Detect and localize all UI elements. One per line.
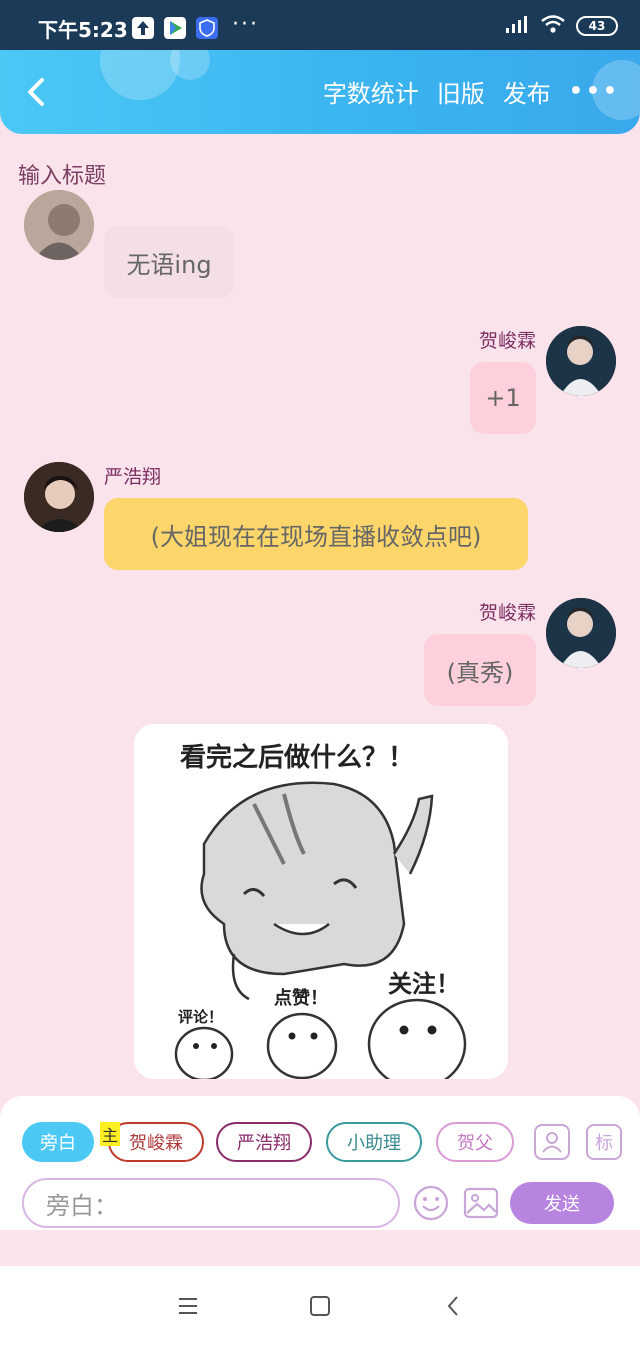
menu-icon[interactable] (176, 1294, 200, 1322)
status-bar: 下午5:23 ··· 43 (0, 0, 640, 50)
publish-button[interactable]: 发布 (503, 74, 551, 109)
back-icon[interactable] (442, 1294, 466, 1322)
message-bubble[interactable]: (真秀) (424, 634, 536, 706)
upload-icon (132, 17, 154, 39)
host-badge: 主 (100, 1122, 120, 1146)
sticker-label: 关注！ (388, 970, 460, 998)
sender-name: 严浩翔 (104, 466, 162, 488)
role-chip[interactable]: 严浩翔 (216, 1122, 312, 1162)
message-bubble[interactable]: 无语ing (104, 226, 234, 298)
top-app-bar: 字数统计 旧版 发布 ••• (0, 50, 640, 134)
title-input[interactable]: 输入标题 (18, 158, 106, 190)
role-chip[interactable]: 贺峻霖 (108, 1122, 204, 1162)
avatar[interactable] (546, 598, 616, 668)
status-more: ··· (232, 12, 259, 37)
old-version-button[interactable]: 旧版 (437, 74, 485, 109)
shield-app-icon (196, 17, 218, 39)
tag-button[interactable]: 标 (586, 1124, 622, 1160)
role-chip-narration[interactable]: 旁白 (22, 1122, 94, 1162)
system-nav-bar (0, 1266, 640, 1351)
signal-icon (504, 14, 530, 38)
chevron-left-icon (28, 78, 44, 106)
sticker-label: 评论！ (178, 1008, 223, 1026)
message-input[interactable]: 旁白： (22, 1178, 400, 1228)
sticker-image[interactable]: 看完之后做什么？！ 评论！ 点赞！ 关注！ (134, 724, 508, 1079)
role-chip[interactable]: 贺父 (436, 1122, 514, 1162)
wifi-icon (540, 14, 566, 38)
word-count-button[interactable]: 字数统计 (323, 74, 419, 109)
role-chip[interactable]: 小助理 (326, 1122, 422, 1162)
message-bubble[interactable]: (大姐现在在现场直播收敛点吧) (104, 498, 528, 570)
avatar[interactable] (546, 326, 616, 396)
avatar[interactable] (24, 190, 94, 260)
composer-panel: 旁白 贺峻霖 主 严浩翔 小助理 贺父 标 旁白： 发送 (0, 1096, 640, 1230)
more-menu-button[interactable]: ••• (569, 79, 620, 104)
sender-name: 贺峻霖 (478, 330, 536, 352)
sticker-title: 看完之后做什么？！ (180, 742, 414, 773)
home-icon[interactable] (308, 1294, 332, 1322)
smiley-icon (413, 1185, 449, 1221)
image-button[interactable] (462, 1184, 499, 1220)
status-time: 下午5:23 (38, 18, 128, 42)
image-icon (463, 1187, 499, 1219)
person-icon (542, 1132, 562, 1153)
battery-icon: 43 (576, 16, 618, 36)
sender-name: 贺峻霖 (478, 602, 536, 624)
message-bubble[interactable]: +1 (470, 362, 536, 434)
send-button[interactable]: 发送 (510, 1182, 614, 1224)
back-button[interactable] (20, 74, 56, 110)
sticker-label: 点赞！ (274, 987, 328, 1009)
add-role-button[interactable] (534, 1124, 570, 1160)
play-store-icon (164, 17, 186, 39)
avatar[interactable] (24, 462, 94, 532)
decor-bubble (100, 50, 180, 100)
emoji-button[interactable] (412, 1184, 449, 1221)
